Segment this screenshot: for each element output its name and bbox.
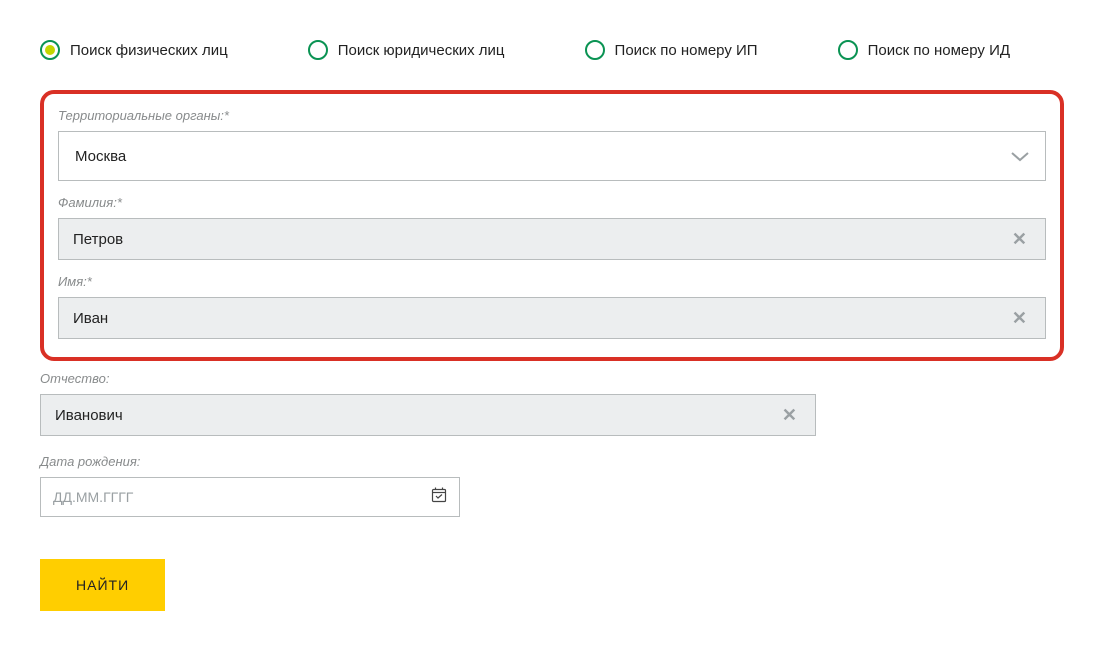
tab-individuals[interactable]: Поиск физических лиц: [40, 40, 228, 60]
radio-icon: [838, 40, 858, 60]
birthdate-input[interactable]: ДД.ММ.ГГГГ: [40, 477, 460, 517]
patronymic-group: Отчество: ✕: [40, 371, 1064, 436]
clear-icon[interactable]: ✕: [1008, 229, 1031, 250]
territory-value: Москва: [75, 148, 1011, 165]
patronymic-input-wrap: ✕: [40, 394, 816, 436]
territory-select[interactable]: Москва: [58, 131, 1046, 181]
firstname-group: Имя:* ✕: [58, 274, 1046, 339]
calendar-icon: [431, 487, 447, 508]
birthdate-group: Дата рождения: ДД.ММ.ГГГГ: [40, 454, 1064, 517]
territory-label: Территориальные органы:*: [58, 108, 1046, 123]
radio-icon: [40, 40, 60, 60]
tab-legal-entities[interactable]: Поиск юридических лиц: [308, 40, 505, 60]
lastname-input[interactable]: [73, 231, 1008, 248]
clear-icon[interactable]: ✕: [778, 405, 801, 426]
firstname-input[interactable]: [73, 310, 1008, 327]
birthdate-label: Дата рождения:: [40, 454, 1064, 469]
lastname-input-wrap: ✕: [58, 218, 1046, 260]
tab-id-number[interactable]: Поиск по номеру ИД: [838, 40, 1010, 60]
chevron-down-icon: [1011, 146, 1029, 167]
required-fields-highlight: Территориальные органы:* Москва Фамилия:…: [40, 90, 1064, 361]
patronymic-label: Отчество:: [40, 371, 1064, 386]
tab-label: Поиск юридических лиц: [338, 42, 505, 59]
lastname-group: Фамилия:* ✕: [58, 195, 1046, 260]
firstname-input-wrap: ✕: [58, 297, 1046, 339]
clear-icon[interactable]: ✕: [1008, 308, 1031, 329]
tab-label: Поиск физических лиц: [70, 42, 228, 59]
tab-ip-number[interactable]: Поиск по номеру ИП: [585, 40, 758, 60]
tab-label: Поиск по номеру ИП: [615, 42, 758, 59]
territory-group: Территориальные органы:* Москва: [58, 108, 1046, 181]
search-type-tabs: Поиск физических лиц Поиск юридических л…: [40, 40, 1064, 60]
firstname-label: Имя:*: [58, 274, 1046, 289]
tab-label: Поиск по номеру ИД: [868, 42, 1010, 59]
search-button[interactable]: НАЙТИ: [40, 559, 165, 611]
patronymic-input[interactable]: [55, 407, 778, 424]
lastname-label: Фамилия:*: [58, 195, 1046, 210]
birthdate-placeholder: ДД.ММ.ГГГГ: [53, 489, 431, 505]
optional-fields: Отчество: ✕ Дата рождения: ДД.ММ.ГГГГ НА…: [40, 371, 1064, 611]
radio-icon: [585, 40, 605, 60]
radio-icon: [308, 40, 328, 60]
